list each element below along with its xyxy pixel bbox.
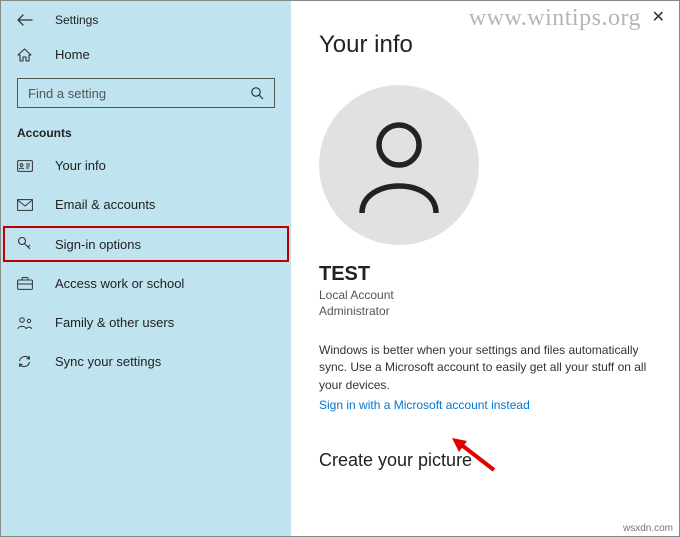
close-icon: ✕ bbox=[652, 9, 665, 26]
avatar bbox=[319, 85, 479, 245]
sidebar-item-sync[interactable]: Sync your settings bbox=[1, 342, 291, 381]
sync-description: Windows is better when your settings and… bbox=[319, 342, 655, 394]
section-create-picture: Create your picture bbox=[319, 450, 655, 471]
account-role: Administrator bbox=[319, 304, 655, 318]
briefcase-icon bbox=[17, 277, 35, 290]
sidebar-item-your-info[interactable]: Your info bbox=[1, 146, 291, 185]
title-bar: Settings bbox=[1, 1, 291, 39]
sidebar-item-signin-options[interactable]: Sign-in options bbox=[1, 224, 291, 264]
home-label: Home bbox=[55, 47, 90, 62]
sidebar: Settings Home Accounts Your info E bbox=[1, 1, 291, 536]
back-icon[interactable] bbox=[17, 14, 35, 26]
sidebar-item-family[interactable]: Family & other users bbox=[1, 303, 291, 342]
sidebar-item-label: Sync your settings bbox=[55, 354, 161, 369]
ms-account-signin-link[interactable]: Sign in with a Microsoft account instead bbox=[319, 398, 530, 412]
sidebar-item-label: Your info bbox=[55, 158, 106, 173]
sidebar-item-label: Access work or school bbox=[55, 276, 184, 291]
home-icon bbox=[17, 48, 35, 62]
sidebar-item-label: Sign-in options bbox=[55, 237, 141, 252]
sidebar-section-header: Accounts bbox=[1, 122, 291, 146]
sidebar-item-work-school[interactable]: Access work or school bbox=[1, 264, 291, 303]
account-type: Local Account bbox=[319, 288, 655, 302]
content-pane: ✕ Your info TEST Local Account Administr… bbox=[291, 1, 679, 536]
sidebar-home[interactable]: Home bbox=[1, 39, 291, 70]
window-title: Settings bbox=[55, 13, 98, 27]
person-icon bbox=[354, 115, 444, 215]
search-icon bbox=[250, 86, 264, 100]
sidebar-item-label: Family & other users bbox=[55, 315, 174, 330]
search-field[interactable] bbox=[28, 86, 228, 101]
username: TEST bbox=[319, 263, 655, 286]
sidebar-item-email[interactable]: Email & accounts bbox=[1, 185, 291, 224]
page-title: Your info bbox=[319, 31, 655, 59]
id-card-icon bbox=[17, 160, 35, 172]
close-button[interactable]: ✕ bbox=[652, 7, 665, 27]
key-icon bbox=[17, 236, 35, 252]
family-icon bbox=[17, 316, 35, 330]
mail-icon bbox=[17, 199, 35, 211]
search-input[interactable] bbox=[17, 78, 275, 108]
attribution: wsxdn.com bbox=[623, 523, 673, 534]
sidebar-item-label: Email & accounts bbox=[55, 197, 155, 212]
sync-icon bbox=[17, 354, 35, 369]
